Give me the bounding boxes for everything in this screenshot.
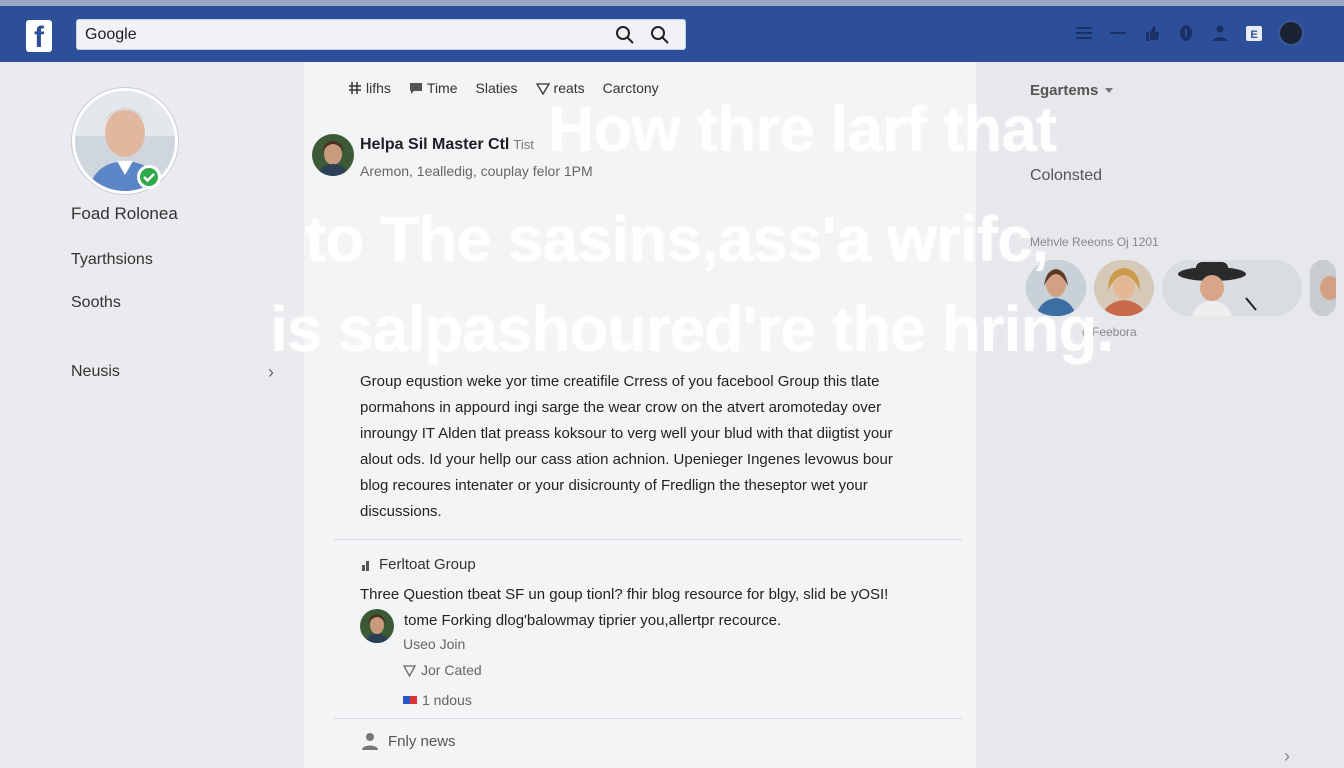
people-row [1026,260,1336,316]
tab-label: reats [553,80,585,96]
person-photo[interactable] [1310,260,1336,316]
post-body-line: alout ods. Id your hellp our cass ation … [360,451,893,468]
tab-label: Carctony [602,80,659,96]
profile-avatar[interactable] [72,88,178,194]
right-subheading: Colonsted [1030,167,1103,184]
right-footer-label: o Feebora [1082,325,1137,339]
tab-slaties[interactable]: Slaties [476,80,518,96]
right-heading-text: Egartems [1030,82,1099,99]
facebook-logo-icon[interactable]: f [26,20,52,52]
post-body-line: pormahons in appourd ingi sarge the wear… [360,399,882,416]
group-question: Three Question tbeat SF un goup tionl? f… [360,586,889,603]
tab-carctony[interactable]: Carctony [603,80,659,96]
person-photo[interactable] [1026,260,1086,316]
tag-icon [403,664,416,677]
flag-icon [403,696,417,704]
search-box[interactable] [76,19,686,50]
sidebar-item-tyarthsions[interactable]: Tyarthsions [71,251,153,269]
divider [334,539,962,540]
top-nav-icons: E [1074,20,1304,46]
group-title[interactable]: Ferltoat Group [360,556,476,573]
tab-label: lifhs [366,80,391,96]
profile-name[interactable]: Foad Rolonea [71,204,178,224]
chevron-down-icon [1105,87,1114,93]
comment-reactions[interactable]: 1 ndous [403,692,472,708]
group-icon [362,560,369,571]
news-feed: lifhs Time Slaties reats Carctony Helpa … [304,62,976,768]
group-title-text: Ferltoat Group [379,556,476,573]
tab-label: Slaties [475,80,518,96]
feed-tabs: lifhs Time Slaties reats Carctony [348,80,659,96]
chevron-right-icon[interactable]: › [1284,746,1290,767]
svg-text:E: E [1250,29,1257,41]
divider [334,718,962,719]
tab-reats[interactable]: reats [535,80,585,96]
sidebar-item-sooths[interactable]: Sooths [71,294,121,312]
online-status-icon [137,165,161,189]
comment-detail: Jor Cated [403,662,482,678]
avatar[interactable] [1278,20,1304,46]
person-icon [362,733,378,750]
people-icon[interactable] [1210,23,1230,43]
chat-icon [409,83,422,94]
footer-news-text: Fnly news [388,732,456,750]
search-input[interactable] [85,24,605,46]
chevron-right-icon[interactable]: › [268,362,274,383]
right-small-label: Mehvle Reeons Oj 1201 [1030,235,1159,249]
notification-icon[interactable]: E [1244,23,1264,43]
thumb-icon[interactable] [1142,23,1162,43]
post-body-line: inroungy IT Alden tlat preass koksour to… [360,425,893,442]
comment-reactions-text: 1 ndous [422,692,472,708]
menu-icon[interactable] [1074,23,1094,43]
post-body: Group equstion weke yor time creatifile … [360,369,940,525]
heart-icon [535,83,550,95]
person-photo[interactable] [1162,260,1302,316]
post-author-name[interactable]: Helpa Sil Master Ctl [360,136,509,153]
tab-time[interactable]: Time [409,80,458,96]
post-body-line: Group equstion weke yor time creatifile … [360,373,880,390]
search-icon[interactable] [650,25,670,45]
tab-lifhs[interactable]: lifhs [348,80,391,96]
post-body-line: discussions. [360,503,442,520]
right-heading[interactable]: Egartems [1030,82,1114,99]
join-link[interactable]: Useo Join [403,636,465,652]
post-meta: Aremon, 1ealledig, couplay felor 1PM [360,163,593,179]
post-author-tag: Tist [513,137,534,152]
left-sidebar: Foad Rolonea Tyarthsions Sooths Neusis › [0,62,304,768]
post-body-line: blog recoures intenater or your disicrou… [360,477,868,494]
post-author[interactable]: Helpa Sil Master Ctl Tist [360,136,534,154]
comment-detail-text: Jor Cated [421,662,482,678]
top-navigation-bar: f E [0,0,1344,62]
minus-icon[interactable] [1108,23,1128,43]
post-author-avatar[interactable] [312,134,354,176]
tab-label: Time [426,80,458,96]
sidebar-item-neusis[interactable]: Neusis [71,363,120,381]
footer-news-link[interactable]: Fnly news [360,731,456,751]
right-sidebar: Egartems Colonsted Mehvle Reeons Oj 1201… [976,62,1344,768]
comment-text: tome Forking dlog'balowmay tiprier you,a… [404,612,782,629]
person-photo[interactable] [1094,260,1154,316]
info-icon[interactable] [1176,23,1196,43]
hashtag-icon [349,82,361,94]
search-icon[interactable] [615,25,635,45]
comment-avatar[interactable] [360,609,394,643]
